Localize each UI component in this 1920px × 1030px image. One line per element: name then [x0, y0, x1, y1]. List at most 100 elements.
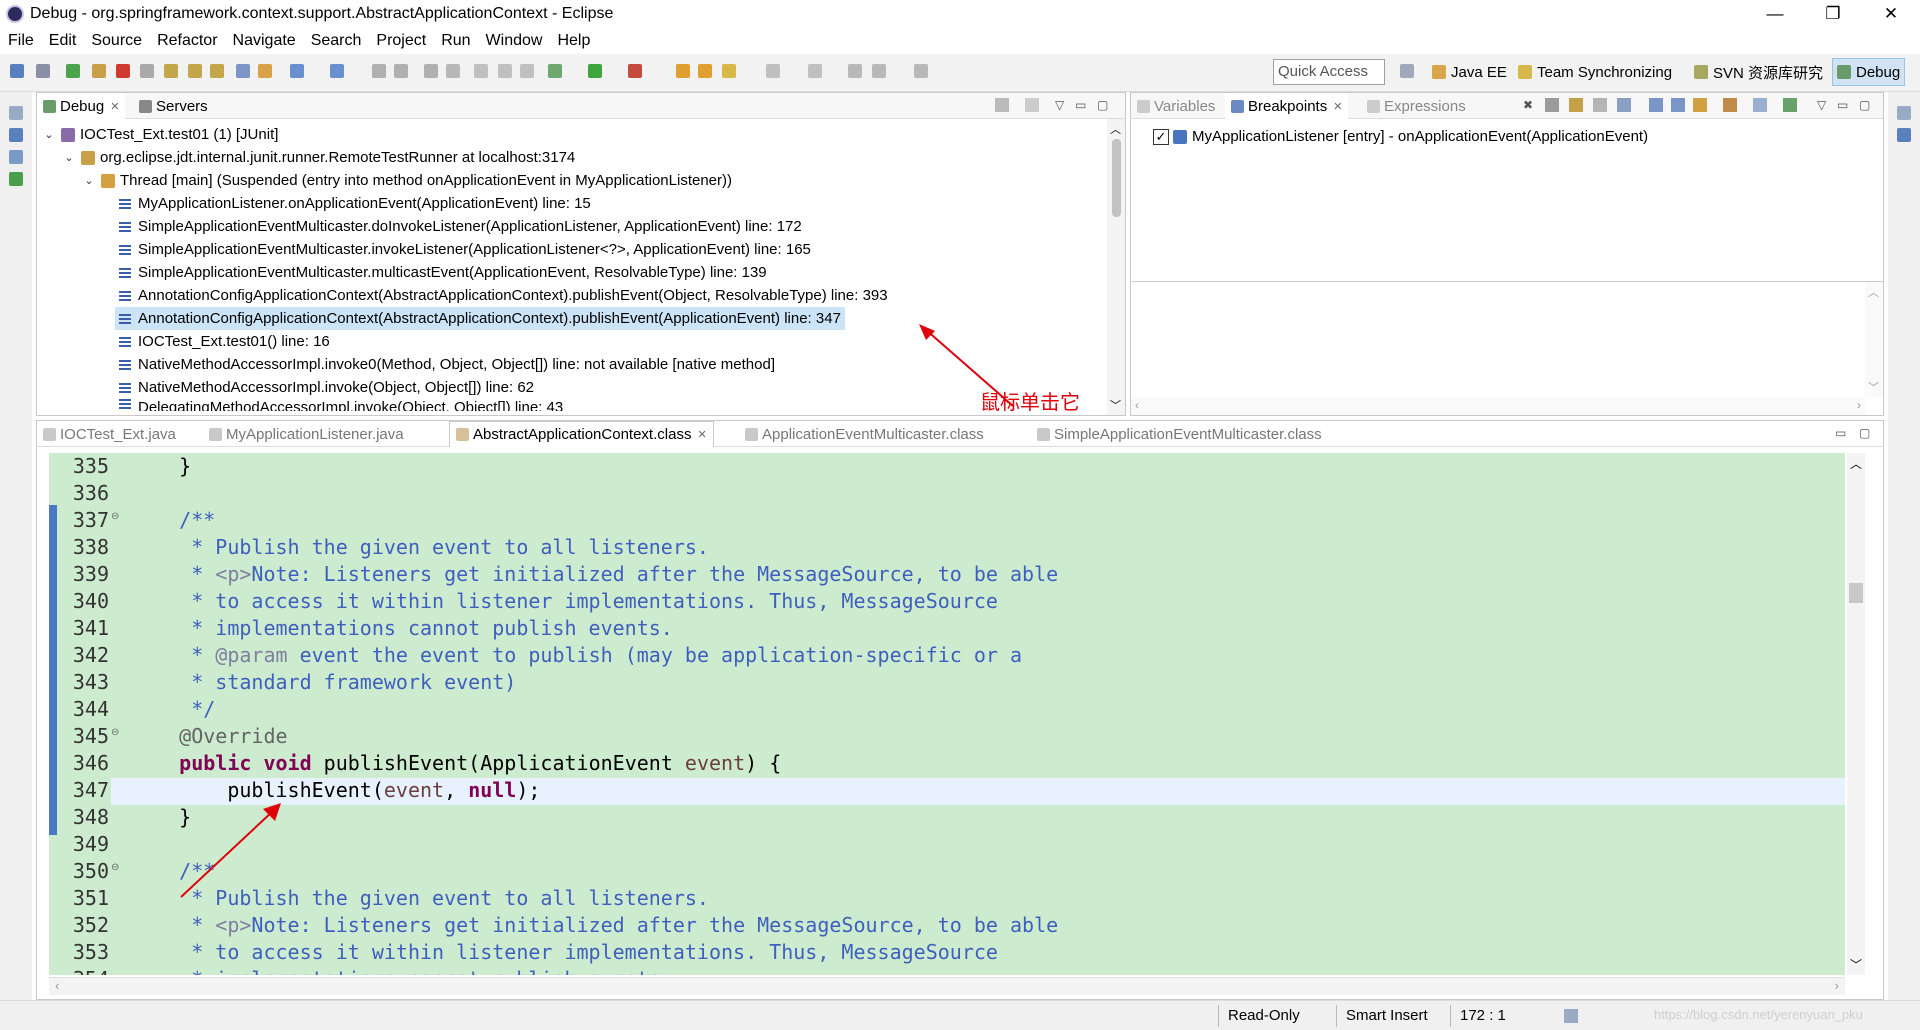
- maximize-icon[interactable]: ▢: [1859, 98, 1870, 112]
- tree-row-launch[interactable]: ⌄ IOCTest_Ext.test01 (1) [JUnit]: [43, 123, 278, 146]
- fold-toggle-icon[interactable]: ⊖: [111, 862, 119, 873]
- scroll-down-icon[interactable]: ﹀: [1850, 956, 1862, 973]
- view-menu-chevron-icon[interactable]: ▽: [1055, 98, 1064, 112]
- drop-to-frame-icon[interactable]: [236, 64, 250, 78]
- menu-window[interactable]: Window: [486, 32, 543, 50]
- package-explorer-icon[interactable]: [9, 128, 23, 142]
- menu-project[interactable]: Project: [376, 32, 426, 50]
- new-icon[interactable]: [10, 64, 24, 78]
- outline-icon[interactable]: [1897, 128, 1911, 142]
- stack-frame-row[interactable]: NativeMethodAccessorImpl.invoke(Object, …: [119, 376, 534, 399]
- view-menu-icon[interactable]: [1025, 98, 1039, 112]
- tab-application-event-multicaster[interactable]: ApplicationEventMulticaster.class: [739, 421, 990, 447]
- scroll-left-icon[interactable]: ‹: [55, 978, 59, 993]
- menu-help[interactable]: Help: [557, 32, 590, 50]
- close-icon[interactable]: ✕: [697, 428, 706, 441]
- open-perspective-icon[interactable]: [1400, 64, 1414, 78]
- maximize-icon[interactable]: ▢: [1097, 98, 1108, 112]
- go-to-file-icon[interactable]: [1593, 98, 1607, 112]
- stack-frame-row[interactable]: DelegatingMethodAccessorImpl.invoke(Obje…: [119, 399, 563, 411]
- disconnect-icon[interactable]: [140, 64, 154, 78]
- fold-toggle-icon[interactable]: ⊖: [111, 727, 119, 738]
- tree-row-thread[interactable]: ⌄ Thread [main] (Suspended (entry into m…: [83, 169, 732, 192]
- remove-terminated-icon[interactable]: [995, 98, 1009, 112]
- suspend-icon[interactable]: [92, 64, 106, 78]
- terminate-icon[interactable]: [116, 64, 130, 78]
- tab-debug[interactable]: Debug ✕: [37, 93, 126, 119]
- menu-file[interactable]: File: [8, 32, 34, 50]
- perspective-debug[interactable]: Debug: [1832, 58, 1906, 86]
- restore-icon[interactable]: [1897, 106, 1911, 120]
- skip-all-breakpoints-icon[interactable]: [1617, 98, 1631, 112]
- close-button[interactable]: ✕: [1862, 0, 1920, 28]
- remove-breakpoint-icon[interactable]: ✖: [1523, 98, 1533, 112]
- block-icon[interactable]: [498, 64, 512, 78]
- stack-frame-row[interactable]: SimpleApplicationEventMulticaster.multic…: [119, 261, 767, 284]
- scrollbar-thumb[interactable]: [1849, 583, 1863, 603]
- save-all-icon[interactable]: [394, 64, 408, 78]
- scroll-up-icon[interactable]: ︿: [1110, 121, 1121, 137]
- minimize-button[interactable]: —: [1746, 0, 1804, 28]
- skip-breakpoints-icon[interactable]: [36, 64, 50, 78]
- stack-frame-row[interactable]: AnnotationConfigApplicationContext(Abstr…: [119, 284, 888, 307]
- coverage-icon[interactable]: [628, 64, 642, 78]
- tab-servers[interactable]: Servers: [133, 93, 214, 119]
- menu-source[interactable]: Source: [91, 32, 142, 50]
- debug-run-icon[interactable]: [548, 64, 562, 78]
- search-tool-icon[interactable]: [722, 64, 736, 78]
- scroll-down-icon[interactable]: ﹀: [1110, 397, 1121, 413]
- minimize-icon[interactable]: ▭: [1837, 98, 1848, 112]
- menu-search[interactable]: Search: [311, 32, 362, 50]
- tab-expressions[interactable]: Expressions: [1361, 93, 1472, 119]
- stack-frame-row[interactable]: NativeMethodAccessorImpl.invoke0(Method,…: [119, 353, 775, 376]
- step-return-icon[interactable]: [210, 64, 224, 78]
- use-step-filters-icon[interactable]: [258, 64, 272, 78]
- maximize-icon[interactable]: ▢: [1859, 426, 1870, 440]
- stack-frame-row[interactable]: SimpleApplicationEventMulticaster.doInvo…: [119, 215, 802, 238]
- collapse-all-icon[interactable]: [1671, 98, 1685, 112]
- forward-icon[interactable]: [914, 64, 928, 78]
- scroll-up-icon[interactable]: ︿: [1850, 455, 1862, 472]
- restore-icon[interactable]: [9, 106, 23, 120]
- open-task-icon[interactable]: [698, 64, 712, 78]
- show-whitespace-icon[interactable]: [520, 64, 534, 78]
- link-with-debug-icon[interactable]: [1693, 98, 1707, 112]
- fold-toggle-icon[interactable]: ⊖: [111, 511, 119, 522]
- group-by-icon[interactable]: [1783, 98, 1797, 112]
- add-exception-breakpoint-icon[interactable]: [1723, 98, 1737, 112]
- editor-hscroll[interactable]: ‹ ›: [49, 977, 1845, 995]
- tab-ioctest-ext[interactable]: IOCTest_Ext.java: [37, 421, 182, 447]
- detail-vscroll[interactable]: ︿ ﹀: [1865, 282, 1883, 397]
- tab-variables[interactable]: Variables: [1131, 93, 1221, 119]
- step-over-icon[interactable]: [188, 64, 202, 78]
- debug-tree-scrollbar[interactable]: ︿ ﹀: [1107, 119, 1125, 415]
- tab-my-application-listener[interactable]: MyApplicationListener.java: [203, 421, 410, 447]
- prev-annotation-icon[interactable]: [808, 64, 822, 78]
- stack-frame-row[interactable]: SimpleApplicationEventMulticaster.invoke…: [119, 238, 811, 261]
- restore-button[interactable]: ❐: [1804, 0, 1862, 28]
- expand-all-icon[interactable]: [1649, 98, 1663, 112]
- perspective-team-sync[interactable]: Team Synchronizing: [1514, 58, 1676, 86]
- scroll-right-icon[interactable]: ›: [1857, 398, 1861, 412]
- breakpoint-checkbox[interactable]: ✓: [1153, 128, 1169, 145]
- minimize-icon[interactable]: ▭: [1835, 426, 1846, 440]
- toggle-mark-icon[interactable]: [446, 64, 460, 78]
- scroll-left-icon[interactable]: ‹: [1135, 398, 1139, 412]
- last-edit-icon[interactable]: [848, 64, 862, 78]
- stack-frame-row-selected[interactable]: AnnotationConfigApplicationContext(Abstr…: [115, 307, 845, 330]
- code-editor[interactable]: 335 } 336 337 ⊖ /** 338 * Publish the given …: [49, 453, 1845, 975]
- collapse-icon[interactable]: ⌄: [83, 174, 95, 187]
- junit-icon[interactable]: [9, 172, 23, 186]
- progress-icon[interactable]: [1564, 1009, 1578, 1023]
- scrollbar-thumb[interactable]: [1112, 139, 1121, 217]
- stack-frame-row[interactable]: IOCTest_Ext.test01() line: 16: [119, 330, 330, 353]
- perspective-java-ee[interactable]: Java EE: [1428, 58, 1511, 86]
- collapse-icon[interactable]: ⌄: [43, 128, 55, 141]
- show-breakpoints-supported-icon[interactable]: [1569, 98, 1583, 112]
- type-hierarchy-icon[interactable]: [9, 150, 23, 164]
- open-type-icon[interactable]: [330, 64, 344, 78]
- resume-icon[interactable]: [66, 64, 80, 78]
- breakpoint-item[interactable]: ✓ MyApplicationListener [entry] - onAppl…: [1153, 125, 1648, 148]
- tab-abstract-application-context[interactable]: AbstractApplicationContext.class ✕: [449, 421, 714, 447]
- step-into-icon[interactable]: [164, 64, 178, 78]
